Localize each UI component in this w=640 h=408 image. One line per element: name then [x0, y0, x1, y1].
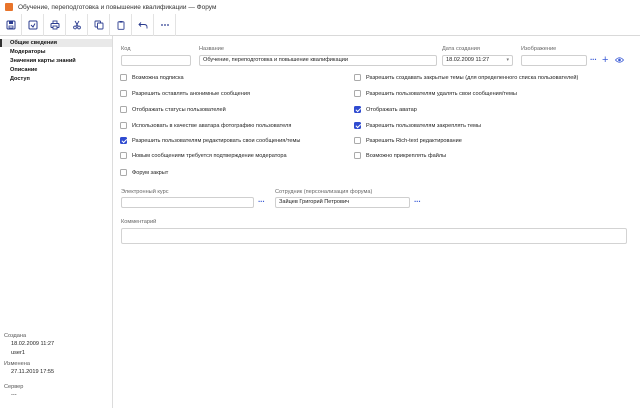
app-icon	[5, 3, 13, 11]
checkbox[interactable]	[120, 152, 127, 159]
cut-icon	[72, 20, 81, 29]
sidebar-item-moderators[interactable]: Модераторы	[0, 48, 112, 56]
modified-date: 27.11.2019 17:55	[11, 369, 55, 375]
title-bar: Обучение, переподготовка и повышение ква…	[0, 0, 640, 14]
checkbox[interactable]	[354, 90, 361, 97]
checkbox-label: Разрешить оставлять анонимные сообщения	[132, 90, 251, 97]
name-input[interactable]: Обучение, переподготовка и повышение ква…	[199, 55, 437, 66]
checkbox-label: Использовать в качестве аватара фотограф…	[132, 122, 292, 129]
paste-icon	[117, 20, 124, 30]
moderation-required-checkbox-row[interactable]: Новым сообщениям требуется подтверждение…	[120, 152, 287, 159]
course-label: Электронный курс	[121, 189, 169, 195]
closed-topics-checkbox-row[interactable]: Разрешить создавать закрытые темы (для о…	[354, 74, 578, 81]
comment-textarea[interactable]	[121, 228, 627, 244]
checkbox-label: Новым сообщениям требуется подтверждение…	[132, 152, 287, 159]
checkbox[interactable]	[354, 152, 361, 159]
subscription-checkbox-row[interactable]: Возможна подписка	[120, 74, 184, 81]
comment-label: Комментарий	[121, 219, 157, 225]
checkbox-label: Отображать статусы пользователей	[132, 106, 226, 113]
employee-label: Сотрудник (персонализация форума)	[275, 189, 373, 195]
date-input[interactable]: 18.02.2009 11:27 ▾	[442, 55, 513, 66]
sidebar: Общие сведения Модераторы Значения карты…	[0, 36, 113, 408]
more-button[interactable]	[154, 13, 176, 36]
checkbox-label: Разрешить Rich-text редактирование	[366, 137, 462, 144]
course-select-button[interactable]: ···	[258, 198, 265, 206]
checkbox-label: Разрешить создавать закрытые темы (для о…	[366, 74, 579, 81]
checkbox-label: Возможно прикреплять файлы	[366, 152, 447, 159]
checkbox-label: Разрешить пользователям удалять свои соо…	[366, 90, 517, 97]
photo-avatar-checkbox-row[interactable]: Использовать в качестве аватара фотограф…	[120, 122, 291, 129]
created-date: 18.02.2009 11:27	[11, 341, 55, 347]
edit-own-messages-checkbox-row[interactable]: Разрешить пользователям редактировать св…	[120, 137, 300, 144]
checkbox[interactable]	[120, 90, 127, 97]
save-close-icon	[28, 20, 37, 29]
undo-button[interactable]	[132, 13, 154, 36]
save-close-button[interactable]	[22, 13, 44, 36]
checkbox[interactable]	[354, 137, 361, 144]
checkbox[interactable]	[120, 122, 127, 129]
chevron-down-icon[interactable]: ▾	[506, 56, 509, 65]
modified-label: Изменена	[4, 361, 30, 367]
print-button[interactable]	[44, 13, 66, 36]
delete-own-messages-checkbox-row[interactable]: Разрешить пользователям удалять свои соо…	[354, 90, 517, 97]
checkbox[interactable]	[354, 74, 361, 81]
forum-closed-checkbox-row[interactable]: Форум закрыт	[120, 169, 168, 176]
checkbox-label: Отображать аватар	[366, 106, 417, 113]
course-input[interactable]	[121, 197, 254, 208]
date-value: 18.02.2009 11:27	[446, 57, 490, 63]
anonymous-messages-checkbox-row[interactable]: Разрешить оставлять анонимные сообщения	[120, 90, 250, 97]
sidebar-item-access[interactable]: Доступ	[0, 75, 112, 83]
checkbox-label: Форум закрыт	[132, 169, 169, 176]
paste-button[interactable]	[110, 13, 132, 36]
copy-button[interactable]	[88, 13, 110, 36]
print-icon	[50, 20, 59, 29]
undo-icon	[137, 21, 147, 28]
name-label: Название	[199, 46, 224, 52]
cut-button[interactable]	[66, 13, 88, 36]
copy-icon	[94, 20, 103, 29]
checkbox[interactable]	[120, 106, 127, 113]
server-value: ---	[11, 392, 17, 398]
employee-select-button[interactable]: ···	[414, 198, 421, 206]
save-icon	[6, 20, 15, 29]
employee-input[interactable]: Зайцев Григорий Петрович	[275, 197, 410, 208]
checkbox[interactable]	[120, 169, 127, 176]
checkbox-checked[interactable]	[120, 137, 127, 144]
sidebar-item-description[interactable]: Описание	[0, 66, 112, 74]
image-input[interactable]	[521, 55, 587, 66]
attach-files-checkbox-row[interactable]: Возможно прикреплять файлы	[354, 152, 446, 159]
show-avatar-checkbox-row[interactable]: Отображать аватар	[354, 106, 417, 113]
image-label: Изображение	[521, 46, 557, 52]
add-icon[interactable]: +	[602, 55, 608, 66]
date-label: Дата создания	[442, 46, 480, 52]
created-user: user1	[11, 350, 25, 356]
checkbox-label: Возможна подписка	[132, 74, 184, 81]
toolbar	[0, 13, 640, 36]
window-title: Обучение, переподготовка и повышение ква…	[18, 3, 217, 11]
main-form: Код Название Обучение, переподготовка и …	[113, 36, 640, 408]
pin-topics-checkbox-row[interactable]: Разрешить пользователям закреплять темы	[354, 122, 481, 129]
checkbox[interactable]	[120, 74, 127, 81]
sidebar-item-general[interactable]: Общие сведения	[0, 39, 112, 47]
created-label: Создана	[4, 333, 27, 339]
save-button[interactable]	[0, 13, 22, 36]
view-icon[interactable]	[615, 56, 624, 64]
server-label: Сервер	[4, 384, 24, 390]
image-select-button[interactable]: ···	[590, 56, 597, 64]
rich-text-checkbox-row[interactable]: Разрешить Rich-text редактирование	[354, 137, 462, 144]
sidebar-item-knowledge-map[interactable]: Значения карты знаний	[0, 57, 112, 65]
more-icon	[160, 23, 169, 26]
code-label: Код	[121, 46, 131, 52]
checkbox-checked[interactable]	[354, 106, 361, 113]
checkbox-checked[interactable]	[354, 122, 361, 129]
checkbox-label: Разрешить пользователям закреплять темы	[366, 122, 482, 129]
checkbox-label: Разрешить пользователям редактировать св…	[132, 137, 301, 144]
user-statuses-checkbox-row[interactable]: Отображать статусы пользователей	[120, 106, 226, 113]
code-input[interactable]	[121, 55, 191, 66]
